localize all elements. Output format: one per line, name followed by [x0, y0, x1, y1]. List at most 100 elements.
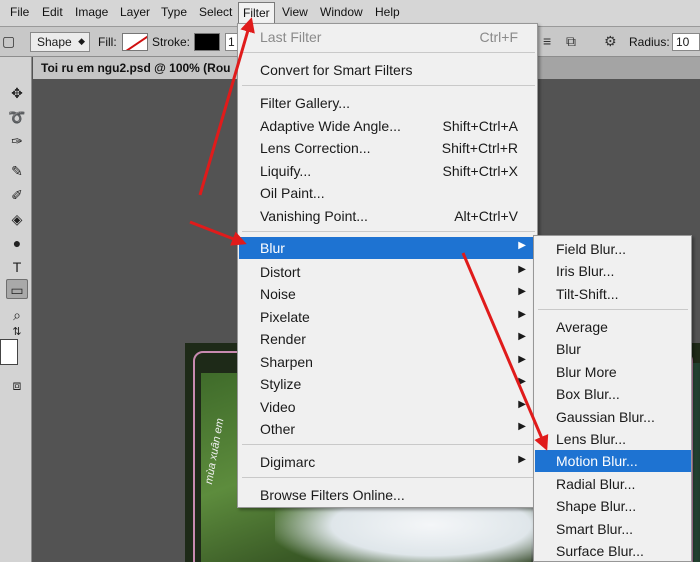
- type-icon[interactable]: T: [6, 257, 28, 277]
- shape-mode-select[interactable]: Shape ◆: [30, 32, 90, 52]
- blur-item-blur[interactable]: Blur: [535, 338, 691, 360]
- menu-type[interactable]: Type: [161, 5, 187, 19]
- menu-item-label: Filter Gallery...: [260, 95, 350, 111]
- menu-item-label: Shape Blur...: [556, 498, 637, 514]
- menu-file[interactable]: File: [10, 5, 29, 19]
- menu-item-label: Lens Correction...: [260, 140, 371, 156]
- brush-icon[interactable]: ✎: [6, 161, 28, 181]
- menu-item-render[interactable]: Render ▶: [239, 328, 536, 350]
- menu-item-browse-filters-online[interactable]: Browse Filters Online...: [239, 484, 536, 506]
- blur-item-tilt-shift[interactable]: Tilt-Shift...: [535, 283, 691, 305]
- blur-item-shape-blur[interactable]: Shape Blur...: [535, 495, 691, 517]
- menu-item-label: Radial Blur...: [556, 476, 636, 492]
- menu-view[interactable]: View: [282, 5, 308, 19]
- menu-divider: [242, 231, 535, 232]
- menu-item-label: Blur: [556, 341, 581, 357]
- menu-item-label: Tilt-Shift...: [556, 286, 619, 302]
- eyedropper-icon[interactable]: ✑: [6, 131, 28, 151]
- radius-label: Radius:: [629, 35, 670, 49]
- blur-item-lens-blur[interactable]: Lens Blur...: [535, 428, 691, 450]
- menu-item-last-filter[interactable]: Last Filter Ctrl+F: [239, 26, 536, 48]
- submenu-arrow-icon: ▶: [518, 454, 526, 465]
- blur-item-gaussian-blur[interactable]: Gaussian Blur...: [535, 406, 691, 428]
- blur-item-iris-blur[interactable]: Iris Blur...: [535, 260, 691, 282]
- menu-item-label: Video: [260, 399, 296, 415]
- menu-divider: [242, 477, 535, 478]
- dodge-icon[interactable]: ●: [6, 233, 28, 253]
- foreground-color-swatch[interactable]: [0, 339, 18, 365]
- blur-item-smart-blur[interactable]: Smart Blur...: [535, 518, 691, 540]
- annotation-arrow-blur: [189, 220, 247, 246]
- fill-swatch[interactable]: [122, 33, 148, 51]
- menu-item-stylize[interactable]: Stylize ▶: [239, 373, 536, 395]
- menu-select[interactable]: Select: [199, 5, 232, 19]
- menu-item-label: Render: [260, 331, 306, 347]
- menu-divider: [242, 444, 535, 445]
- path-align-icon[interactable]: ≡: [543, 33, 551, 49]
- menu-item-label: Blur More: [556, 364, 617, 380]
- menu-image[interactable]: Image: [75, 5, 108, 19]
- blur-item-motion-blur[interactable]: Motion Blur...: [535, 450, 691, 472]
- menu-layer[interactable]: Layer: [120, 5, 150, 19]
- menu-item-oil-paint[interactable]: Oil Paint...: [239, 182, 536, 204]
- menu-item-noise[interactable]: Noise ▶: [239, 283, 536, 305]
- menu-item-vanishing-point[interactable]: Vanishing Point... Alt+Ctrl+V: [239, 205, 536, 227]
- blur-item-field-blur[interactable]: Field Blur...: [535, 238, 691, 260]
- menu-item-label: Field Blur...: [556, 241, 627, 257]
- menu-item-label: Noise: [260, 286, 296, 302]
- gear-icon[interactable]: ⚙: [604, 33, 617, 50]
- menu-item-label: Motion Blur...: [556, 453, 638, 469]
- menu-item-label: Distort: [260, 264, 301, 280]
- blur-item-box-blur[interactable]: Box Blur...: [535, 383, 691, 405]
- menu-item-other[interactable]: Other ▶: [239, 418, 536, 440]
- blur-item-radial-blur[interactable]: Radial Blur...: [535, 473, 691, 495]
- submenu-arrow-icon: ▶: [518, 421, 526, 432]
- menu-item-label: Adaptive Wide Angle...: [260, 118, 401, 134]
- submenu-arrow-icon: ▶: [518, 354, 526, 365]
- rounded-rectangle-icon[interactable]: ▭: [6, 279, 28, 299]
- menu-item-digimarc[interactable]: Digimarc ▶: [239, 451, 536, 473]
- menu-item-label: Liquify...: [260, 163, 312, 179]
- menu-edit[interactable]: Edit: [42, 5, 63, 19]
- menu-item-video[interactable]: Video ▶: [239, 396, 536, 418]
- menu-item-filter-gallery[interactable]: Filter Gallery...: [239, 92, 536, 114]
- menu-item-label: Lens Blur...: [556, 431, 627, 447]
- submenu-arrow-icon: ▶: [518, 240, 526, 251]
- path-arrange-icon[interactable]: ⧉: [566, 33, 576, 50]
- menu-item-adaptive-wide-angle[interactable]: Adaptive Wide Angle... Shift+Ctrl+A: [239, 115, 536, 137]
- document-tab[interactable]: Toi ru em ngu2.psd @ 100% (Rou: [33, 57, 238, 79]
- menu-item-label: Smart Blur...: [556, 521, 634, 537]
- menu-item-shortcut: Alt+Ctrl+V: [454, 208, 518, 224]
- radius-field[interactable]: 10 p: [672, 33, 700, 51]
- menu-item-distort[interactable]: Distort ▶: [239, 261, 536, 283]
- submenu-arrow-icon: ▶: [518, 376, 526, 387]
- tool-preset-icon[interactable]: ▢: [2, 33, 15, 50]
- menu-item-convert-smart-filters[interactable]: Convert for Smart Filters: [239, 59, 536, 81]
- blur-item-surface-blur[interactable]: Surface Blur...: [535, 540, 691, 562]
- stroke-swatch[interactable]: [194, 33, 220, 51]
- menu-item-liquify[interactable]: Liquify... Shift+Ctrl+X: [239, 160, 536, 182]
- move-icon[interactable]: ✥: [6, 83, 28, 103]
- menu-item-label: Digimarc: [260, 454, 316, 470]
- submenu-arrow-icon: ▶: [518, 399, 526, 410]
- paint-bucket-icon[interactable]: ◈: [6, 209, 28, 229]
- blur-item-average[interactable]: Average: [535, 316, 691, 338]
- menu-item-lens-correction[interactable]: Lens Correction... Shift+Ctrl+R: [239, 137, 536, 159]
- menu-item-label: Box Blur...: [556, 386, 620, 402]
- fill-label: Fill:: [98, 35, 117, 49]
- menu-help[interactable]: Help: [375, 5, 400, 19]
- menu-item-sharpen[interactable]: Sharpen ▶: [239, 351, 536, 373]
- menu-item-shortcut: Shift+Ctrl+R: [441, 140, 518, 156]
- submenu-arrow-icon: ▶: [518, 331, 526, 342]
- lasso-icon[interactable]: ➰: [6, 107, 28, 127]
- menu-item-label: Convert for Smart Filters: [260, 62, 413, 78]
- history-brush-icon[interactable]: ✐: [6, 185, 28, 205]
- menu-item-blur[interactable]: Blur ▶: [239, 237, 536, 259]
- blur-item-blur-more[interactable]: Blur More: [535, 361, 691, 383]
- chevron-down-icon: ◆: [78, 36, 85, 46]
- menu-divider: [538, 309, 688, 310]
- menu-item-pixelate[interactable]: Pixelate ▶: [239, 306, 536, 328]
- menu-item-label: Pixelate: [260, 309, 310, 325]
- menu-window[interactable]: Window: [320, 5, 363, 19]
- screen-mode-icon[interactable]: ⧈: [6, 375, 28, 395]
